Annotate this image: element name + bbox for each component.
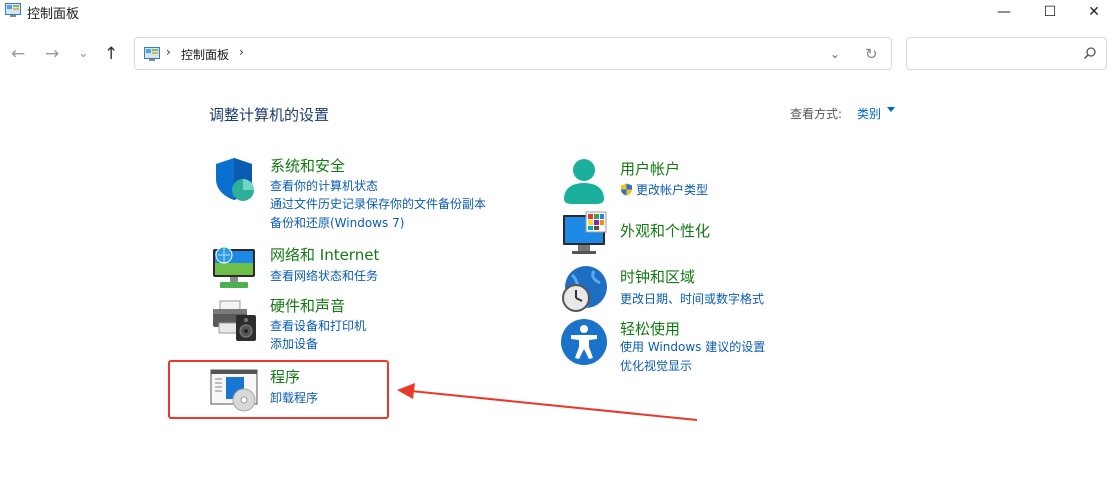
- network-globe-icon[interactable]: [210, 243, 258, 291]
- link-file-history[interactable]: 通过文件历史记录保存你的文件备份副本: [270, 195, 486, 212]
- dropdown-arrow-icon[interactable]: [887, 107, 895, 112]
- link-windows-suggested-settings[interactable]: 使用 Windows 建议的设置: [620, 338, 765, 355]
- category-title[interactable]: 外观和个性化: [620, 220, 710, 241]
- forward-arrow-icon[interactable]: →: [45, 44, 59, 64]
- link-add-device[interactable]: 添加设备: [270, 335, 318, 352]
- link-devices-printers[interactable]: 查看设备和打印机: [270, 317, 366, 334]
- maximize-button[interactable]: ☐: [1027, 0, 1073, 24]
- category-title[interactable]: 硬件和声音: [270, 295, 345, 316]
- link-change-date-time-format[interactable]: 更改日期、时间或数字格式: [620, 290, 764, 307]
- title-bar: 控制面板 — ☐ ✕: [0, 0, 1117, 24]
- category-title[interactable]: 系统和安全: [270, 155, 345, 176]
- page-title: 调整计算机的设置: [209, 106, 330, 124]
- minimize-button[interactable]: —: [981, 0, 1027, 24]
- link-network-status[interactable]: 查看网络状态和任务: [270, 267, 378, 284]
- address-dropdown-icon[interactable]: ⌄: [830, 47, 840, 61]
- control-panel-icon: [144, 47, 160, 61]
- search-box[interactable]: [906, 37, 1107, 70]
- user-icon[interactable]: [560, 157, 608, 205]
- view-by-label: 查看方式:: [790, 107, 843, 121]
- recent-locations-icon[interactable]: ⌄: [78, 46, 89, 61]
- chevron-right-icon[interactable]: ›: [239, 45, 244, 59]
- link-optimize-visual-display[interactable]: 优化视觉显示: [620, 357, 692, 374]
- category-title[interactable]: 用户帐户: [620, 158, 680, 179]
- annotation-arrow-icon: [397, 383, 698, 421]
- clock-globe-icon[interactable]: [560, 265, 608, 313]
- printer-speaker-icon[interactable]: [210, 295, 258, 343]
- link-change-account-type[interactable]: 更改帐户类型: [620, 181, 708, 198]
- category-title[interactable]: 轻松使用: [620, 318, 680, 339]
- accessibility-icon[interactable]: [560, 318, 608, 366]
- shield-icon[interactable]: [210, 155, 258, 203]
- close-button[interactable]: ✕: [1071, 0, 1117, 24]
- back-arrow-icon[interactable]: ←: [11, 44, 25, 64]
- search-icon[interactable]: [1083, 46, 1097, 60]
- monitor-palette-icon[interactable]: [560, 211, 608, 259]
- address-bar[interactable]: › 控制面板 › ⌄ ↻: [134, 37, 892, 70]
- view-by-dropdown[interactable]: 类别: [857, 105, 881, 122]
- up-arrow-icon[interactable]: ↑: [104, 44, 118, 64]
- window-title: 控制面板: [27, 7, 80, 22]
- control-panel-icon: [5, 3, 21, 17]
- refresh-icon[interactable]: ↻: [865, 45, 878, 63]
- breadcrumb-control-panel[interactable]: 控制面板: [181, 46, 229, 63]
- category-title[interactable]: 网络和 Internet: [270, 244, 379, 265]
- link-view-computer-status[interactable]: 查看你的计算机状态: [270, 177, 378, 194]
- annotation-highlight-box: [168, 360, 389, 419]
- category-title[interactable]: 时钟和区域: [620, 266, 695, 287]
- uac-shield-icon: [621, 183, 632, 196]
- link-backup-restore[interactable]: 备份和还原(Windows 7): [270, 214, 404, 231]
- link-label[interactable]: 更改帐户类型: [636, 183, 708, 197]
- chevron-right-icon[interactable]: ›: [166, 45, 171, 59]
